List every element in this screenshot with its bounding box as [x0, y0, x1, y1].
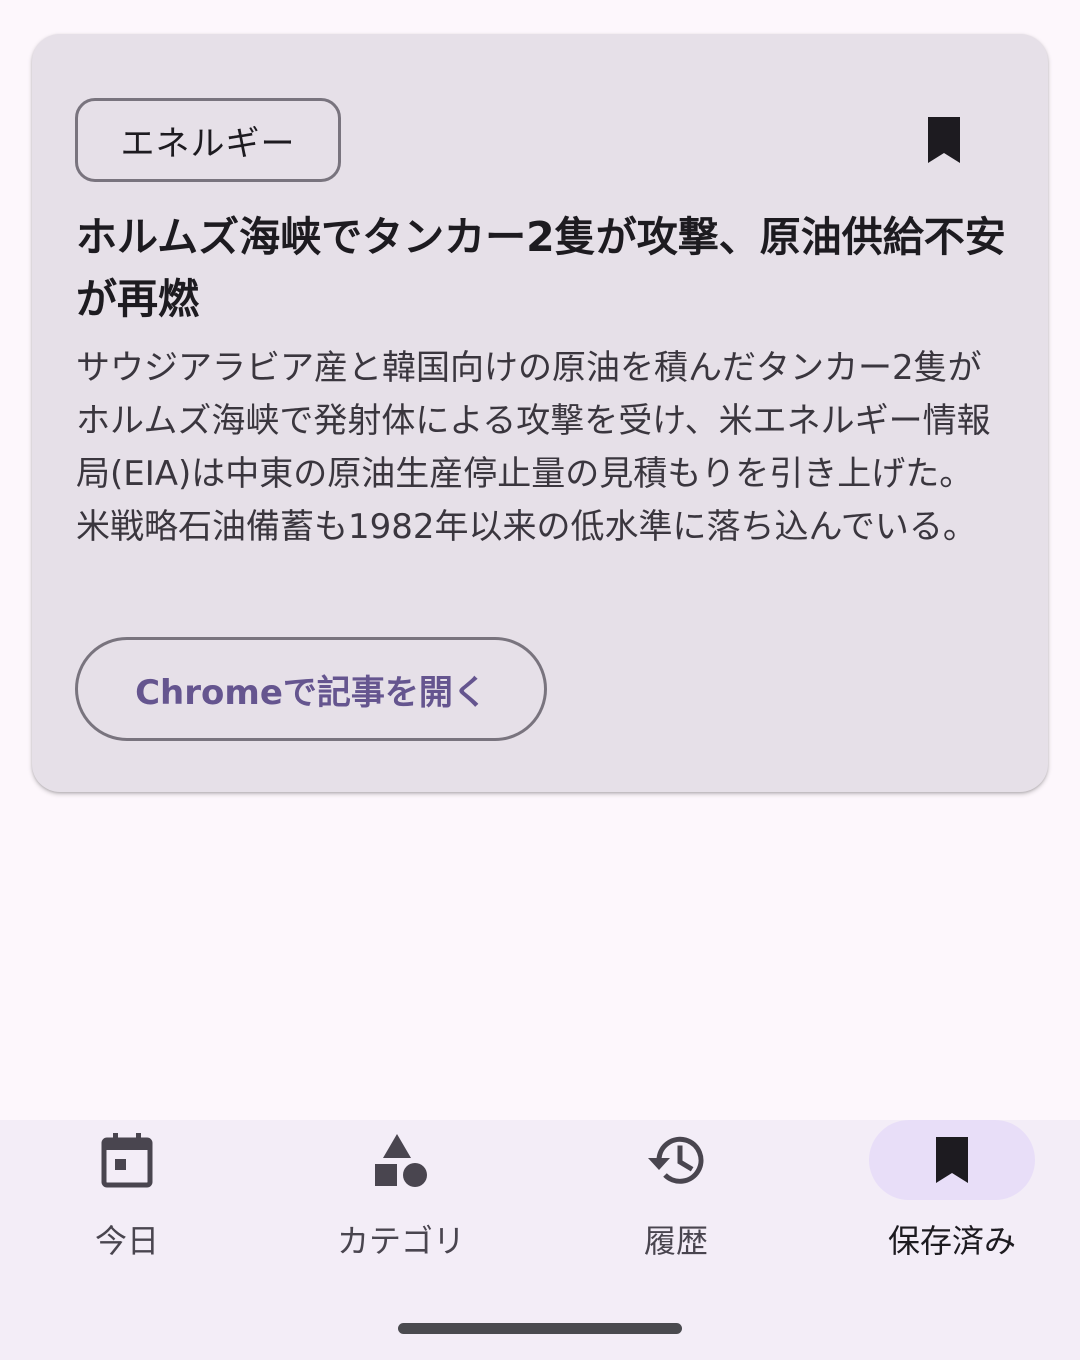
shapes-icon — [375, 1134, 427, 1187]
nav-item-categories[interactable]: カテゴリ — [266, 1120, 536, 1270]
nav-item-saved[interactable]: 保存済み — [817, 1120, 1080, 1270]
nav-icon-container — [44, 1120, 210, 1200]
article-summary: サウジアラビア産と韓国向けの原油を積んだタンカー2隻がホルムズ海峡で発射体による… — [76, 348, 991, 547]
nav-label-saved: 保存済み — [887, 1222, 1016, 1260]
history-icon — [648, 1136, 704, 1184]
saved-articles-screen: エネルギー ホルムズ海峡でタンカー2隻が攻撃、原油供給不安が再燃 サウジアラビア… — [0, 0, 1080, 1360]
bookmark-icon — [936, 1137, 968, 1183]
nav-item-today[interactable]: 今日 — [0, 1120, 262, 1270]
nav-icon-container — [318, 1120, 484, 1200]
article-title: ホルムズ海峡でタンカー2隻が攻撃、原油供給不安が再燃 — [76, 213, 1006, 323]
nav-item-history[interactable]: 履歴 — [541, 1120, 811, 1270]
article-card: エネルギー ホルムズ海峡でタンカー2隻が攻撃、原油供給不安が再燃 サウジアラビア… — [32, 34, 1048, 792]
bookmark-filled-icon — [928, 117, 960, 163]
nav-active-indicator — [869, 1120, 1035, 1200]
nav-label-today: 今日 — [94, 1222, 159, 1260]
bookmark-button[interactable] — [912, 108, 976, 172]
nav-label-categories: カテゴリ — [336, 1222, 465, 1260]
nav-icon-container — [593, 1120, 759, 1200]
nav-label-history: 履歴 — [643, 1222, 708, 1260]
category-chip[interactable]: エネルギー — [75, 98, 341, 182]
gesture-navigation-bar[interactable] — [398, 1323, 682, 1334]
open-in-chrome-button[interactable]: Chromeで記事を開く — [75, 637, 547, 741]
calendar-icon — [101, 1133, 153, 1188]
